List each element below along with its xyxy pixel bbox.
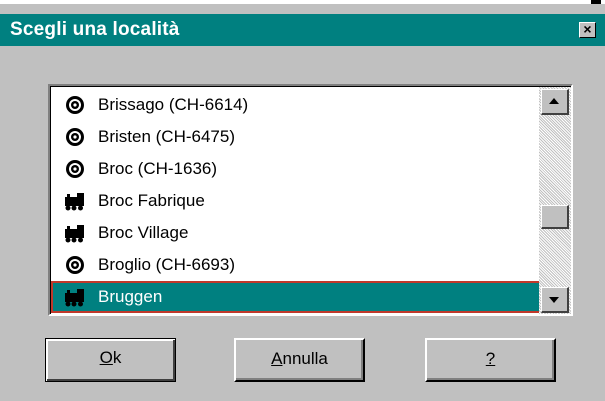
- list-item[interactable]: Broc (CH-1636): [51, 153, 543, 185]
- list-item-label: Broglio (CH-6693): [98, 255, 235, 274]
- vertical-scrollbar[interactable]: [539, 87, 571, 314]
- post-office-icon: [66, 160, 84, 178]
- ok-label-rest: k: [112, 348, 122, 367]
- location-list[interactable]: Brissago (CH-6614) Bristen (CH-6475) Bro…: [48, 84, 573, 316]
- post-office-icon: [66, 96, 84, 114]
- list-item-label: Bristen (CH-6475): [98, 127, 235, 146]
- ok-mnemonic: O: [99, 348, 113, 367]
- list-item-label: Broc Fabrique: [98, 191, 205, 210]
- location-list-items: Brissago (CH-6614) Bristen (CH-6475) Bro…: [51, 87, 543, 315]
- help-button[interactable]: ?: [425, 338, 556, 382]
- dialog-title: Scegli una località: [10, 19, 180, 40]
- list-item-label: Brissago (CH-6614): [98, 95, 249, 114]
- scroll-down-button[interactable]: [541, 287, 569, 313]
- train-station-icon: [65, 225, 84, 243]
- arrow-up-icon: [549, 98, 559, 104]
- close-button[interactable]: ×: [579, 22, 596, 38]
- ok-button[interactable]: Ok: [45, 338, 176, 382]
- list-item-selected[interactable]: Bruggen: [51, 281, 543, 313]
- scrollbar-thumb[interactable]: [541, 205, 569, 229]
- annulla-mnemonic: A: [271, 349, 283, 368]
- list-item[interactable]: Broglio (CH-6693): [51, 249, 543, 281]
- title-bar: Scegli una località ×: [0, 14, 605, 46]
- list-item[interactable]: Bristen (CH-6475): [51, 121, 543, 153]
- list-item[interactable]: Broc Village: [51, 217, 543, 249]
- location-list-inner: Brissago (CH-6614) Bristen (CH-6475) Bro…: [50, 86, 571, 314]
- post-office-icon: [66, 128, 84, 146]
- scroll-up-button[interactable]: [541, 89, 569, 115]
- arrow-down-icon: [549, 297, 559, 303]
- train-station-icon: [65, 193, 84, 211]
- list-item[interactable]: Brissago (CH-6614): [51, 89, 543, 121]
- list-item-label: Broc Village: [98, 223, 189, 242]
- post-office-icon: [66, 256, 84, 274]
- list-item-label: Bruggen: [98, 287, 163, 306]
- help-label: ?: [485, 349, 496, 368]
- train-station-icon: [65, 289, 84, 307]
- annulla-label-rest: nnulla: [282, 349, 328, 368]
- location-dialog: Scegli una località × Brissago (CH-6614)…: [0, 4, 605, 401]
- list-item-label: Broc (CH-1636): [98, 159, 218, 178]
- cancel-button[interactable]: Annulla: [234, 338, 365, 382]
- list-item[interactable]: Broc Fabrique: [51, 185, 543, 217]
